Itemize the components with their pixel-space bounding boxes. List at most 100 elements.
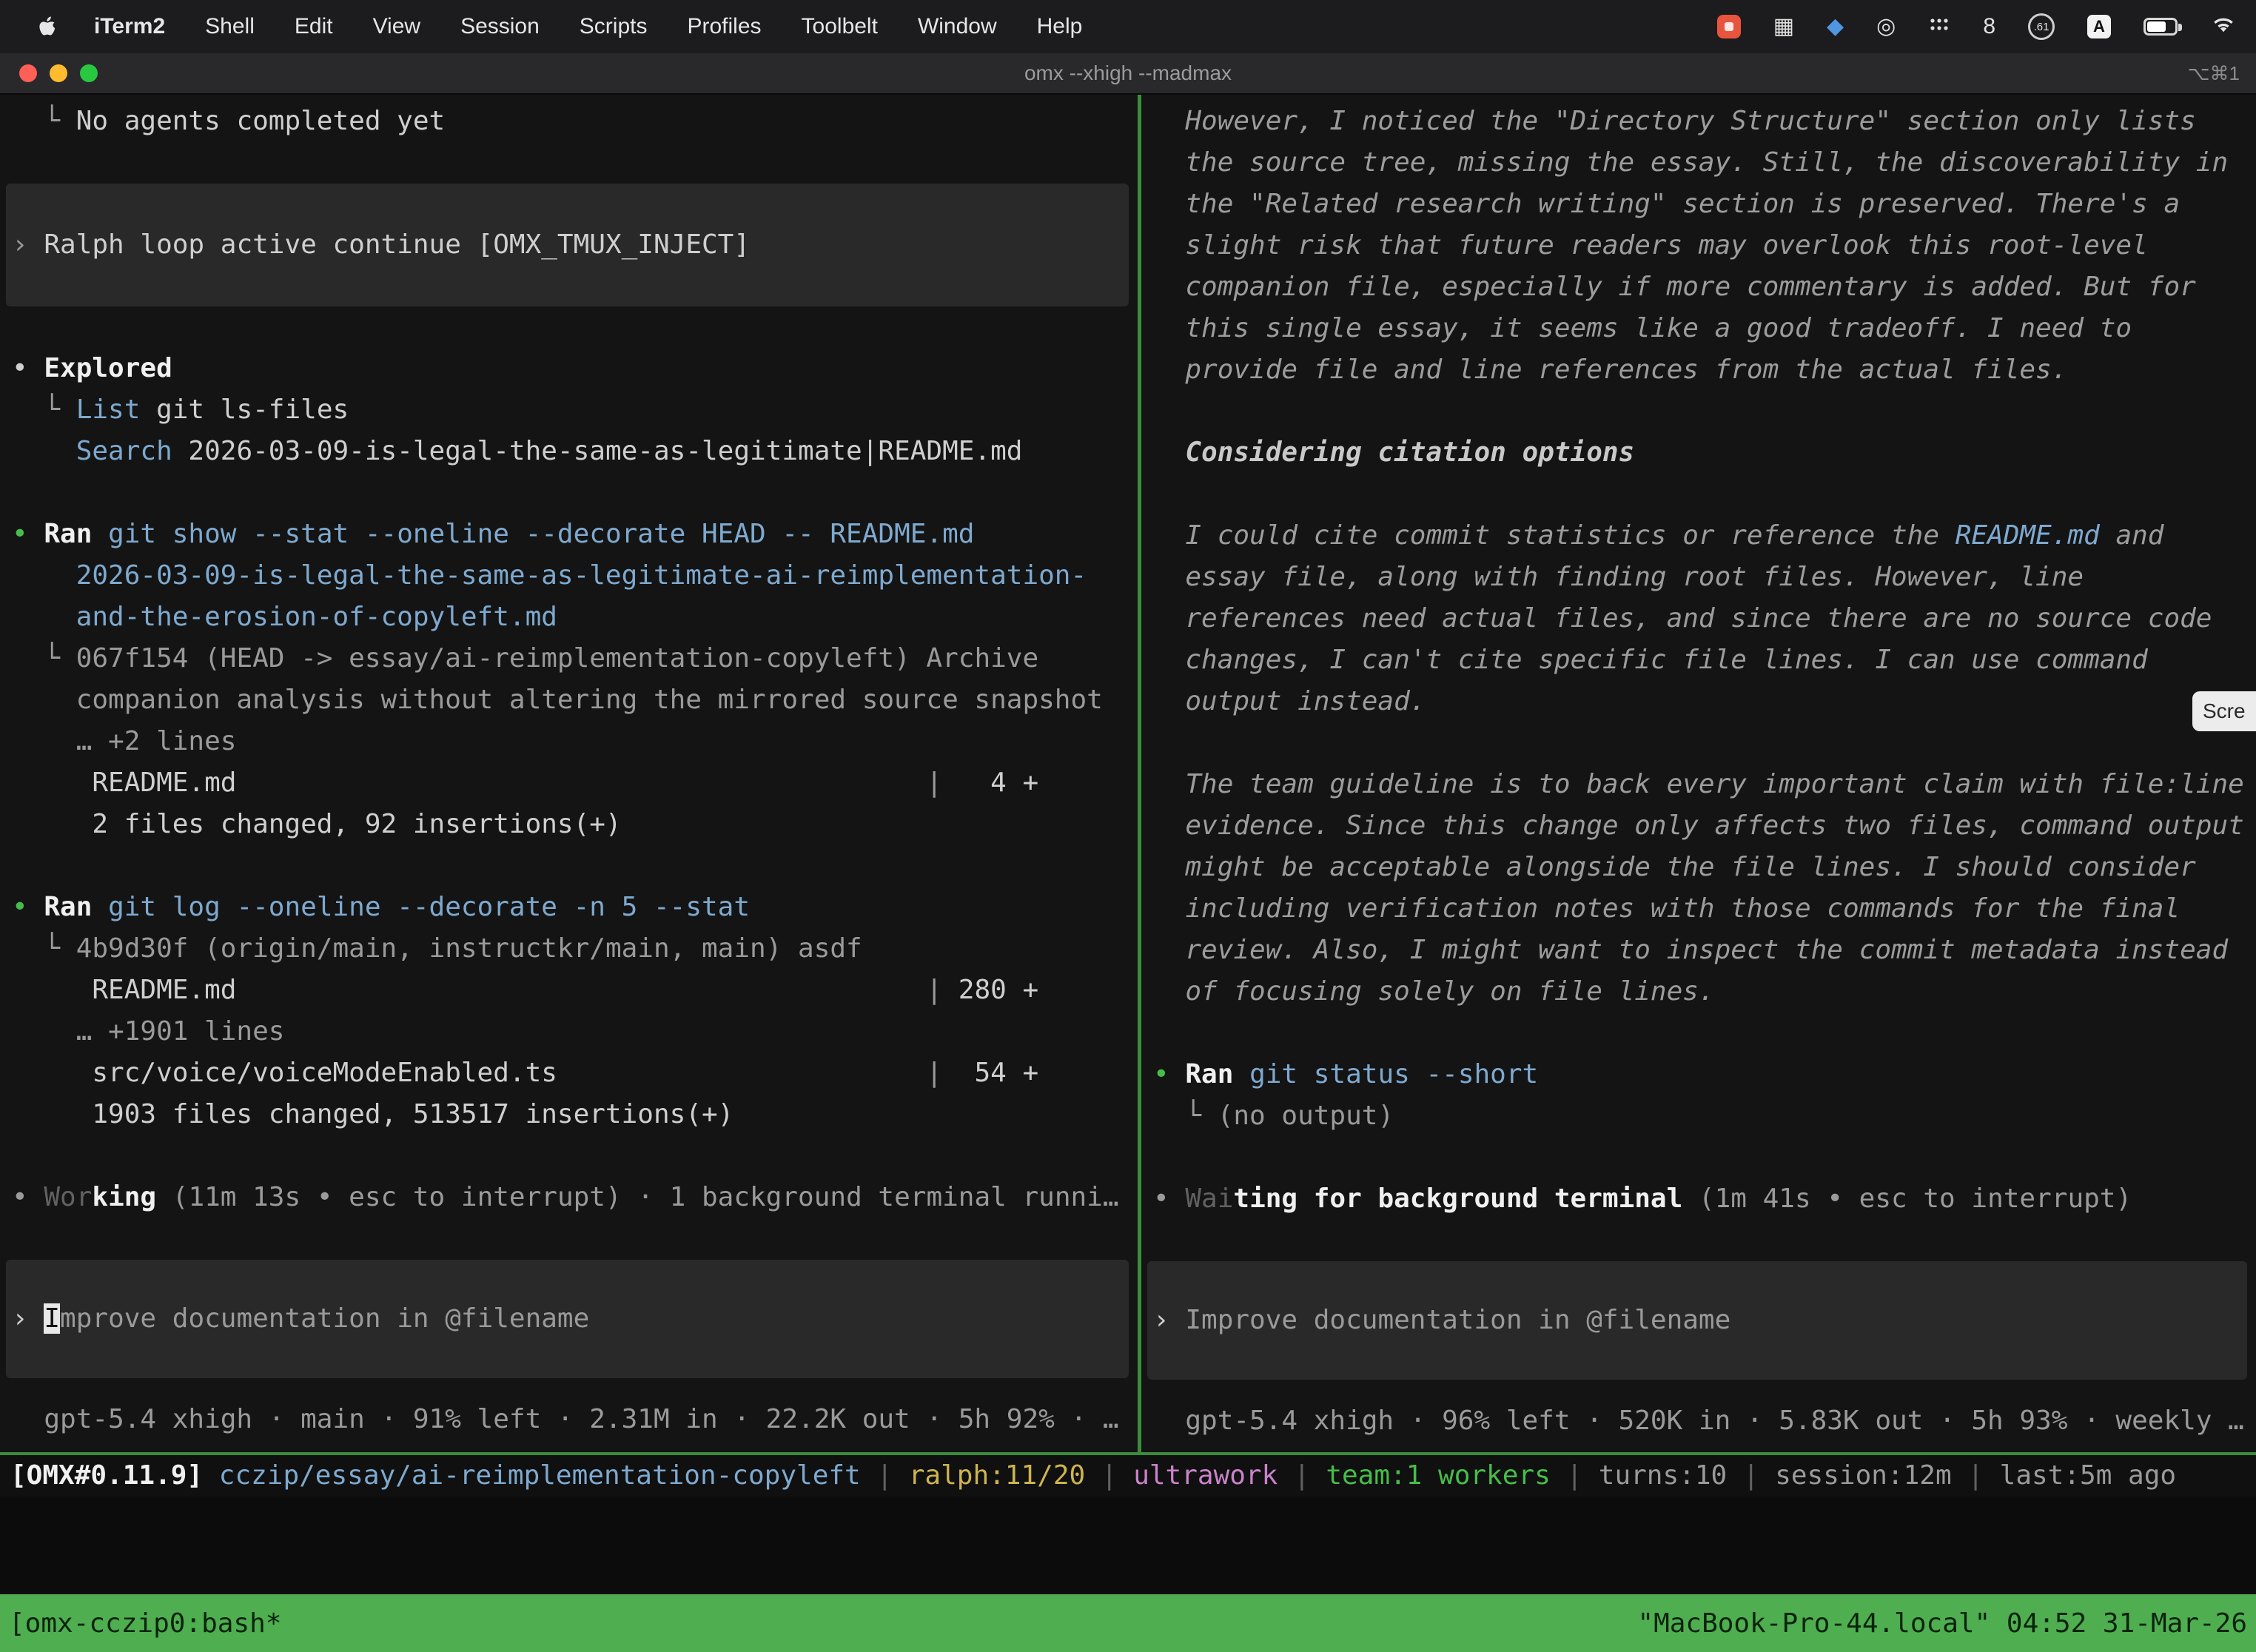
dots-grid-icon[interactable]	[1928, 14, 1950, 39]
tmux-session-window[interactable]: [omx-cczip0:bash*	[9, 1608, 281, 1639]
terminal-line: └ 067f154 (HEAD -> essay/ai-reimplementa…	[12, 638, 1138, 679]
text-segment: └	[1153, 1101, 1218, 1131]
text-segment: including verification notes with those …	[1153, 893, 2180, 924]
zoom-button[interactable]	[80, 64, 98, 82]
menu-item-session[interactable]: Session	[440, 14, 560, 39]
text-segment: gpt-5.4 xhigh · main · 91% left · 2.31M …	[12, 1404, 1119, 1434]
text-segment: Ran	[1185, 1059, 1233, 1089]
terminal-line: • Working (11m 13s • esc to interrupt) ·…	[12, 1177, 1138, 1218]
terminal-line: … +1901 lines	[12, 1011, 1138, 1052]
menu-app-name[interactable]: iTerm2	[74, 14, 185, 39]
text-segment: └	[12, 933, 76, 964]
text-segment: … +1901 lines	[12, 1016, 284, 1047]
prompt-input[interactable]: › Improve documentation in @filename	[1147, 1261, 2247, 1380]
menu-item-shell[interactable]: Shell	[185, 14, 275, 39]
battery-icon[interactable]	[2143, 18, 2178, 36]
text-segment: git status --short	[1233, 1059, 1538, 1089]
text-segment: last:5m ago	[2000, 1460, 2176, 1491]
battery-level	[2147, 21, 2166, 32]
text-segment: and	[2100, 520, 2164, 551]
menu-bar: iTerm2 ShellEditViewSessionScriptsProfil…	[0, 0, 2256, 53]
terminal-line: › Improve documentation in @filename	[1153, 1300, 2247, 1341]
terminal-line: └ No agents completed yet	[12, 101, 1138, 142]
text-segment: changes, I can't cite specific file line…	[1153, 645, 2148, 675]
text-segment: 4 +	[942, 768, 1038, 798]
prompt-input[interactable]: › Improve documentation in @filename	[6, 1260, 1129, 1378]
apple-icon[interactable]	[19, 16, 74, 38]
text-segment: … +2 lines	[12, 726, 236, 756]
blank-line	[1153, 1137, 2256, 1178]
text-segment: └	[12, 394, 76, 425]
wifi-icon[interactable]	[2210, 13, 2237, 40]
terminal-line: └ 4b9d30f (origin/main, instructkr/main,…	[12, 928, 1138, 970]
screen-recording-indicator[interactable]	[1717, 15, 1741, 38]
blank-line	[1153, 391, 2256, 432]
text-segment: ting for background terminal	[1233, 1183, 1682, 1214]
terminal-line: review. Also, I might want to inspect th…	[1153, 930, 2256, 971]
menu-item-help[interactable]: Help	[1017, 14, 1103, 39]
text-segment: •	[1153, 1183, 1185, 1214]
text-segment: 2026-03-09-is-legal-the-same-as-legitima…	[12, 560, 1087, 591]
text-segment: the source tree, missing the essay. Stil…	[1153, 147, 2228, 178]
terminal-line: companion file, especially if more comme…	[1153, 266, 2256, 308]
terminal-line: 2 files changed, 92 insertions(+)	[12, 804, 1138, 845]
text-segment: •	[12, 892, 44, 922]
menu-item-view[interactable]: View	[353, 14, 440, 39]
blank-line	[12, 1135, 1138, 1177]
traffic-lights	[0, 64, 98, 82]
terminal-line: evidence. Since this change only affects…	[1153, 805, 2256, 847]
blue-app-icon[interactable]: ◆	[1827, 16, 1844, 38]
right-pane[interactable]: However, I noticed the "Directory Struct…	[1141, 95, 2256, 1452]
screen-popup-clipped[interactable]: Scre	[2192, 691, 2256, 731]
omx-status-line: [OMX#0.11.9] cczip/essay/ai-reimplementa…	[0, 1455, 2256, 1497]
menu-item-profiles[interactable]: Profiles	[667, 14, 781, 39]
menu-item-toolbelt[interactable]: Toolbelt	[782, 14, 898, 39]
input-source-icon[interactable]: A	[2087, 15, 2111, 38]
text-segment: README.md	[12, 768, 926, 798]
text-segment: (no output)	[1218, 1101, 1394, 1131]
terminal-area: └ No agents completed yet › Ralph loop ac…	[0, 95, 2256, 1452]
terminal-line: companion analysis without altering the …	[12, 679, 1138, 721]
text-segment: |	[861, 1460, 909, 1491]
text-segment: essay file, along with finding root file…	[1153, 562, 2084, 592]
menu-item-window[interactable]: Window	[898, 14, 1017, 39]
text-segment: git log --oneline --decorate -n 5 --stat	[92, 892, 750, 922]
terminal-line: The team guideline is to back every impo…	[1153, 764, 2256, 805]
numeral-app-icon[interactable]: 8	[1983, 16, 1995, 38]
terminal-line: essay file, along with finding root file…	[1153, 557, 2256, 598]
window-shortcut: ⌥⌘1	[2188, 62, 2240, 85]
terminal-line: I could cite commit statistics or refere…	[1153, 515, 2256, 557]
text-segment: review. Also, I might want to inspect th…	[1153, 935, 2228, 965]
terminal-line: However, I noticed the "Directory Struct…	[1153, 101, 2256, 142]
text-segment	[12, 436, 76, 466]
text-segment: ultrawork	[1133, 1460, 1278, 1491]
tmux-status-bar: [omx-cczip0:bash* "MacBook-Pro-44.local"…	[0, 1594, 2256, 1652]
terminal-line: … +2 lines	[12, 721, 1138, 762]
text-segment: might be acceptable alongside the file l…	[1153, 852, 2196, 882]
text-segment: (11m 13s • esc to interrupt) · 1 backgro…	[156, 1182, 1118, 1212]
menu-item-edit[interactable]: Edit	[275, 14, 353, 39]
menu-item-scripts[interactable]: Scripts	[560, 14, 668, 39]
terminal-line: references need actual files, and since …	[1153, 598, 2256, 639]
terminal-line: README.md | 4 +	[12, 762, 1138, 804]
terminal-line: and-the-erosion-of-copyleft.md	[12, 597, 1138, 638]
terminal-line: › Ralph loop active continue [OMX_TMUX_I…	[12, 224, 1129, 266]
text-segment: turns:10	[1599, 1460, 1727, 1491]
terminal-line: • Explored	[12, 348, 1138, 389]
text-segment: Ran	[44, 892, 92, 922]
text-segment: |	[926, 768, 942, 798]
terminal-line: this single essay, it seems like a good …	[1153, 308, 2256, 349]
window-titlebar[interactable]: omx --xhigh --madmax ⌥⌘1	[0, 53, 2256, 95]
left-pane[interactable]: └ No agents completed yet › Ralph loop ac…	[0, 95, 1138, 1452]
text-segment: Wor	[44, 1182, 92, 1212]
meter-icon[interactable]: .61	[2028, 13, 2055, 40]
close-button[interactable]	[19, 64, 37, 82]
text-segment: (1m 41s • esc to interrupt)	[1682, 1183, 2132, 1214]
terminal-line: › Improve documentation in @filename	[12, 1298, 1129, 1340]
text-segment: •	[12, 519, 44, 549]
text-segment: session:12m	[1775, 1460, 1951, 1491]
text-segment: cczip/essay/ai-reimplementation-copyleft	[219, 1460, 861, 1491]
minimize-button[interactable]	[50, 64, 67, 82]
circle-app-icon[interactable]: ◎	[1876, 16, 1896, 38]
grid-app-icon[interactable]: ▦	[1773, 16, 1794, 38]
